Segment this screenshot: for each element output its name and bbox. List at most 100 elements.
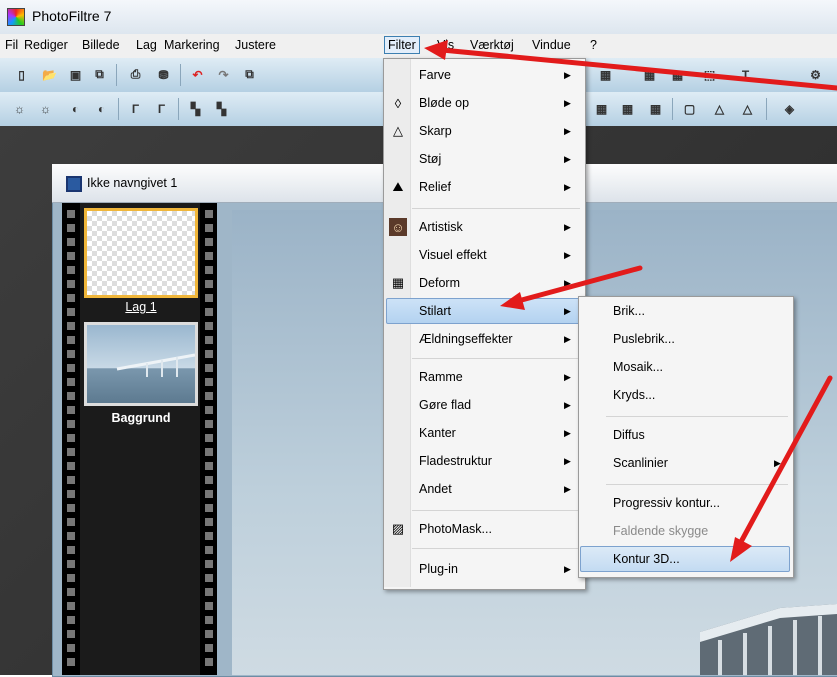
menu-justere[interactable]: Justere <box>235 38 276 52</box>
app-logo-icon <box>7 8 25 26</box>
filter-item-skarp[interactable]: Skarp <box>419 124 452 138</box>
filter-item-farve[interactable]: Farve <box>419 68 451 82</box>
filter-item-relief[interactable]: Relief <box>419 180 451 194</box>
new-file-icon[interactable]: ▯ <box>12 65 31 84</box>
submenu-arrow-icon: ▶ <box>564 98 571 108</box>
film-perforation <box>205 392 213 400</box>
layer-label-lag1[interactable]: Lag 1 <box>84 300 198 314</box>
blur-drop-icon[interactable]: △ <box>710 99 729 118</box>
saturation-minus-icon[interactable]: ▚ <box>186 99 205 118</box>
layer-thumbnail-background[interactable] <box>84 322 198 406</box>
gamma-plus-icon[interactable]: Γ <box>152 99 171 118</box>
brick-filter-icon[interactable]: ▦ <box>618 99 637 118</box>
submenu-arrow-icon: ▶ <box>564 250 571 260</box>
layer-thumbnail-lag1[interactable] <box>84 208 198 298</box>
redo-icon[interactable]: ↷ <box>214 65 233 84</box>
filter-item-gore-flad[interactable]: Gøre flad <box>419 398 471 412</box>
filter-item-plug-in[interactable]: Plug-in <box>419 562 458 576</box>
mask-icon: ▨ <box>391 521 405 536</box>
stilart-item-mosaik[interactable]: Mosaik... <box>613 360 663 374</box>
menu-filter[interactable]: Filter <box>384 36 420 54</box>
menu-help[interactable]: ? <box>590 38 597 52</box>
menu-vaerktoj[interactable]: Værktøj <box>470 38 514 52</box>
menu-separator <box>412 510 580 511</box>
submenu-arrow-icon: ▶ <box>564 372 571 382</box>
filter-item-andet[interactable]: Andet <box>419 482 452 496</box>
filter-item-aeldningseffekter[interactable]: Ældningseffekter <box>419 332 513 346</box>
scan-icon[interactable]: ⛃ <box>154 65 173 84</box>
contrast-plus-icon[interactable]: ◐ <box>92 99 111 118</box>
film-perforation <box>67 588 75 596</box>
filter-tool-a-icon[interactable]: ▦ <box>596 65 615 84</box>
menu-fil[interactable]: Fil <box>5 38 18 52</box>
saturation-plus-icon[interactable]: ▚ <box>212 99 231 118</box>
stilart-item-brik[interactable]: Brik... <box>613 304 645 318</box>
sharpen-drop-icon[interactable]: △ <box>738 99 757 118</box>
frame-filter-icon[interactable]: ▢ <box>680 99 699 118</box>
filter-tool-b-icon[interactable]: ▦ <box>640 65 659 84</box>
undo-icon[interactable]: ↶ <box>188 65 207 84</box>
submenu-arrow-icon: ▶ <box>564 428 571 438</box>
brightness-minus-icon[interactable]: ☼ <box>10 99 29 118</box>
film-perforation <box>67 490 75 498</box>
stilart-item-puslebrik[interactable]: Puslebrik... <box>613 332 675 346</box>
filter-item-stilart[interactable]: Stilart <box>419 304 451 318</box>
film-perforation <box>67 560 75 568</box>
copy-icon[interactable]: ⧉ <box>240 65 259 84</box>
submenu-arrow-icon: ▶ <box>774 458 781 468</box>
text-tool-icon[interactable]: T <box>736 65 755 84</box>
film-perforation <box>205 224 213 232</box>
plugin-tool-icon[interactable]: ⚙ <box>806 65 825 84</box>
tile-filter-icon[interactable]: ▦ <box>646 99 665 118</box>
filter-tool-c-icon[interactable]: ▦ <box>668 65 687 84</box>
filter-item-kanter[interactable]: Kanter <box>419 426 456 440</box>
export-icon[interactable]: ⧉ <box>90 65 109 84</box>
menu-rediger[interactable]: Rediger <box>24 38 68 52</box>
film-perforation <box>205 644 213 652</box>
film-perforation <box>67 434 75 442</box>
stilart-item-kryds[interactable]: Kryds... <box>613 388 655 402</box>
film-perforation <box>67 252 75 260</box>
save-icon[interactable]: ▣ <box>66 65 85 84</box>
filter-item-ramme[interactable]: Ramme <box>419 370 463 384</box>
film-perforation <box>205 448 213 456</box>
stilart-highlight <box>386 298 581 324</box>
open-folder-icon[interactable]: 📂 <box>40 65 59 84</box>
film-perforation <box>67 308 75 316</box>
filter-item-stoj[interactable]: Støj <box>419 152 441 166</box>
film-perforation <box>67 602 75 610</box>
adjust-tool-icon[interactable]: ⬚ <box>700 65 719 84</box>
print-icon[interactable]: ⎙ <box>126 65 145 84</box>
film-perforation <box>67 364 75 372</box>
film-perforation <box>67 546 75 554</box>
filter-item-artistisk[interactable]: Artistisk <box>419 220 463 234</box>
brightness-plus-icon[interactable]: ☼ <box>36 99 55 118</box>
menu-lag[interactable]: Lag <box>136 38 157 52</box>
filter-item-deform[interactable]: Deform <box>419 276 460 290</box>
stilart-item-faldende-skygge: Faldende skygge <box>613 524 709 538</box>
film-perforation <box>67 322 75 330</box>
layer-label-background[interactable]: Baggrund <box>84 411 198 425</box>
stilart-item-kontur-3d[interactable]: Kontur 3D... <box>613 552 680 566</box>
gamma-minus-icon[interactable]: Γ <box>126 99 145 118</box>
mosaic-filter-icon[interactable]: ▦ <box>592 99 611 118</box>
filter-item-photomask[interactable]: PhotoMask... <box>419 522 492 536</box>
filter-item-blode-op[interactable]: Bløde op <box>419 96 469 110</box>
window-title: PhotoFiltre 7 <box>32 8 112 24</box>
stilart-item-diffus[interactable]: Diffus <box>613 428 645 442</box>
filter-item-visuel-effekt[interactable]: Visuel effekt <box>419 248 487 262</box>
contrast-minus-icon[interactable]: ◐ <box>66 99 85 118</box>
grid-icon: ▦ <box>391 275 405 290</box>
menu-vindue[interactable]: Vindue <box>532 38 571 52</box>
extra-filter-icon[interactable]: ◈ <box>780 99 799 118</box>
menu-vis[interactable]: Vis <box>437 38 454 52</box>
menu-markering[interactable]: Markering <box>164 38 220 52</box>
film-perforation <box>205 294 213 302</box>
menu-billede[interactable]: Billede <box>82 38 120 52</box>
filter-item-fladestruktur[interactable]: Fladestruktur <box>419 454 492 468</box>
stilart-item-scanlinier[interactable]: Scanlinier <box>613 456 668 470</box>
drop-outline-icon: ◊ <box>394 95 402 111</box>
submenu-arrow-icon: ▶ <box>564 456 571 466</box>
film-perforation <box>67 532 75 540</box>
stilart-item-progressiv-kontur[interactable]: Progressiv kontur... <box>613 496 720 510</box>
